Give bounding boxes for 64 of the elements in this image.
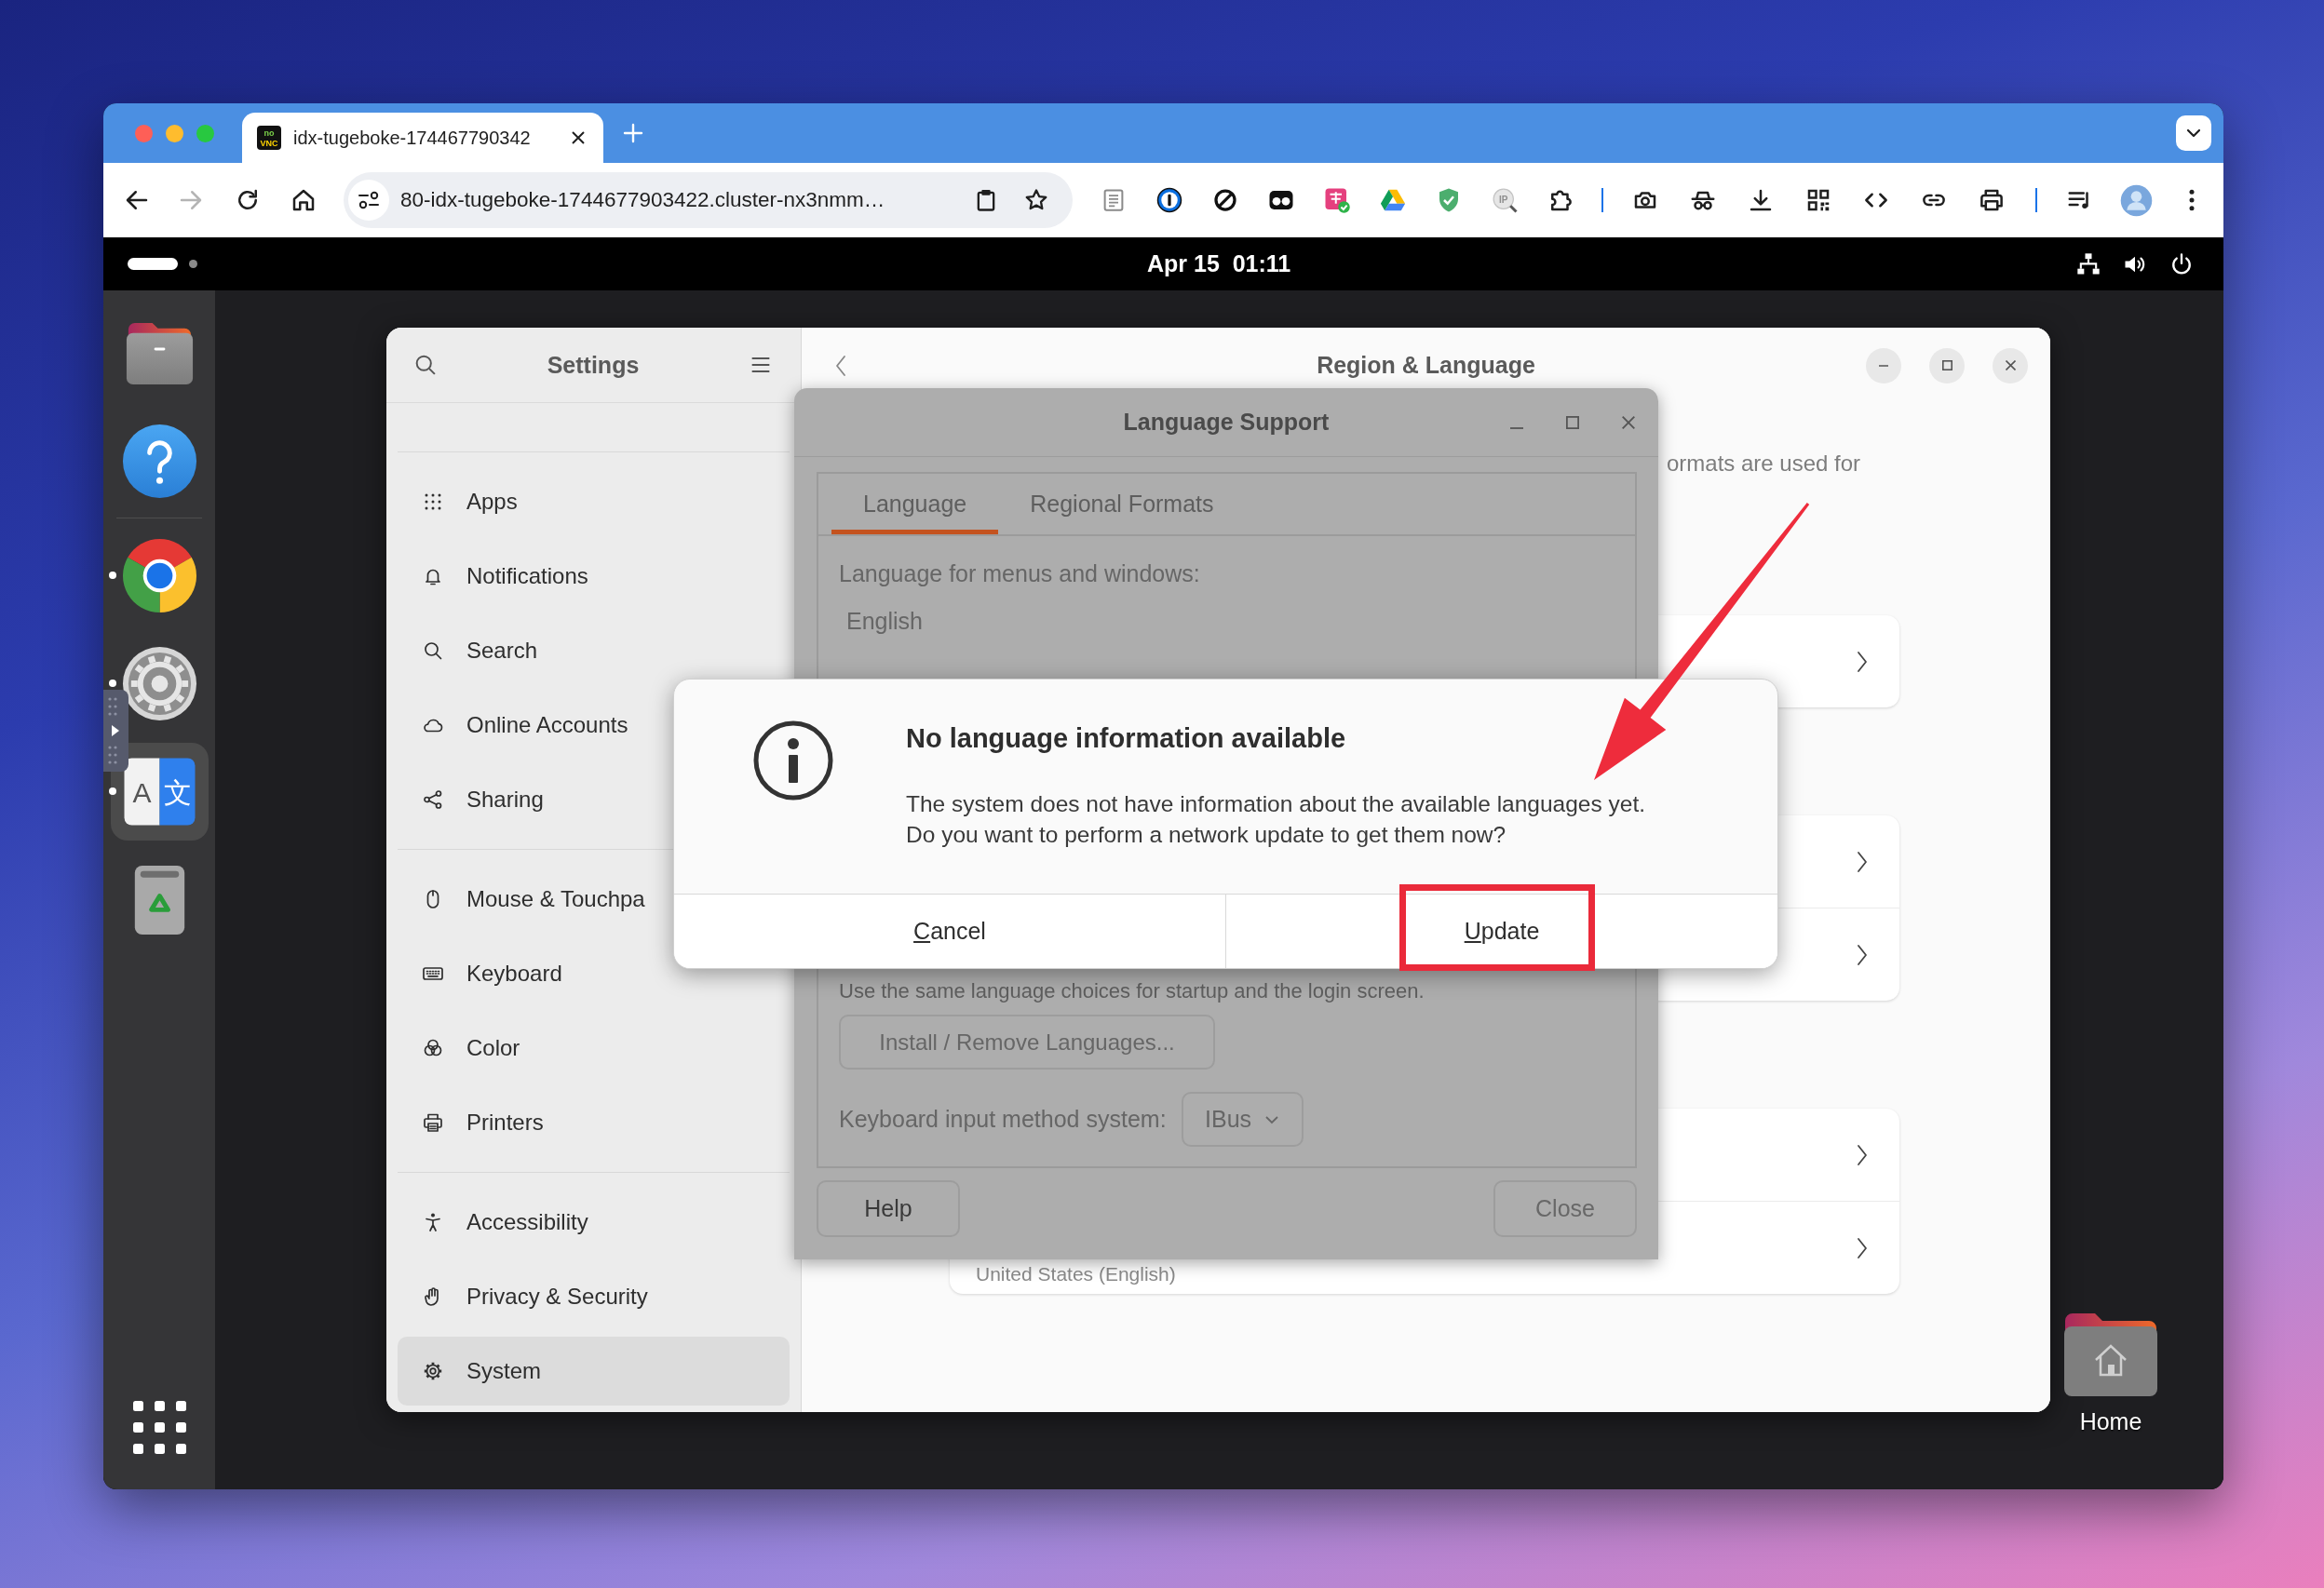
maximize-icon <box>1941 360 1952 370</box>
input-method-label: Keyboard input method system: <box>839 1106 1167 1133</box>
note-text: Use the same language choices for startup and the login screen. <box>839 979 1425 1003</box>
back-chevron-icon[interactable] <box>834 353 847 378</box>
sidebar-item[interactable]: Online Accounts <box>398 691 790 760</box>
chevron-down-icon <box>2185 128 2202 139</box>
help-button[interactable]: Help <box>817 1180 960 1237</box>
workspace-indicator[interactable] <box>189 260 197 268</box>
sidebar-item[interactable]: Sharing <box>398 765 790 834</box>
chevron-down-icon <box>1264 1114 1280 1124</box>
workspace-indicator[interactable] <box>128 258 178 270</box>
keyhole-ring-icon[interactable] <box>1155 186 1183 214</box>
home-folder-icon[interactable] <box>2063 1312 2158 1397</box>
new-tab-icon[interactable] <box>622 122 644 144</box>
language-app-icon[interactable]: A 文 <box>110 742 209 841</box>
browser-tab[interactable]: no VNC idx-tugeboke-174467790342 <box>242 113 603 163</box>
chevron-right-icon <box>1856 1235 1869 1260</box>
description-text: ormats are used for <box>1667 451 1861 476</box>
alert-title: No language information available <box>906 722 1346 754</box>
close-icon <box>2005 360 2016 370</box>
maximize-icon[interactable] <box>1566 415 1579 429</box>
address-field[interactable]: 80-idx-tugeboke-1744677903422.cluster-nx3nmm… <box>344 172 1073 228</box>
sidebar-item[interactable]: System <box>398 1337 790 1406</box>
tab-search-button[interactable] <box>2176 115 2211 151</box>
close-icon[interactable] <box>570 129 587 146</box>
browser-logo-icon[interactable] <box>120 536 198 614</box>
sidebar-title: Settings <box>546 351 641 379</box>
clock[interactable]: Apr 15 01:11 <box>1147 250 1291 277</box>
sidebar-item[interactable]: Notifications <box>398 542 790 611</box>
dialog-title: Language Support <box>1123 409 1330 436</box>
gear-icon <box>422 1360 444 1382</box>
app-grid-icon[interactable] <box>132 1401 186 1454</box>
sidebar-item[interactable]: Apps <box>398 467 790 536</box>
sidebar-item[interactable]: Printers <box>398 1088 790 1157</box>
help-icon[interactable] <box>120 422 198 500</box>
share-icon <box>422 788 444 811</box>
maximize-button[interactable] <box>1929 347 1965 384</box>
sidebar-item[interactable]: Accessibility <box>398 1188 790 1257</box>
site-settings-icon[interactable] <box>348 180 389 221</box>
section-heading: Language for menus and windows: <box>839 559 1200 587</box>
favicon-icon: no VNC <box>257 126 281 150</box>
chevron-right-icon <box>1856 942 1869 967</box>
desktop-icon-label: Home <box>2079 1408 2142 1435</box>
panel-handle-icon[interactable] <box>103 690 128 772</box>
info-icon <box>752 720 834 801</box>
chevron-right-icon <box>1856 1142 1869 1167</box>
sidebar-item[interactable]: Search <box>398 616 790 685</box>
chevron-right-icon <box>1856 649 1869 674</box>
blocked-sign-icon[interactable] <box>1211 186 1239 214</box>
update-button[interactable]: Update <box>1225 895 1777 968</box>
search-icon <box>422 639 444 662</box>
panel-title: Region & Language <box>1317 352 1535 379</box>
minimize-icon[interactable] <box>1510 426 1523 429</box>
network-icon[interactable] <box>2075 250 2101 277</box>
alert-message: The system does not have information about the available languages yet. Do you want to perform a network update to get them now? <box>906 790 1646 849</box>
gear-icon[interactable] <box>120 644 198 722</box>
row-subtitle: United States (English) <box>976 1263 1176 1285</box>
sidebar-item[interactable]: Color <box>398 1014 790 1083</box>
chevron-right-icon <box>1856 849 1869 874</box>
minimize-icon <box>1879 364 1888 367</box>
close-button[interactable] <box>1993 347 2028 384</box>
printer-icon <box>422 1111 444 1134</box>
tile-check-icon[interactable] <box>1323 186 1351 214</box>
sidebar-item[interactable]: Privacy & Security <box>398 1262 790 1331</box>
